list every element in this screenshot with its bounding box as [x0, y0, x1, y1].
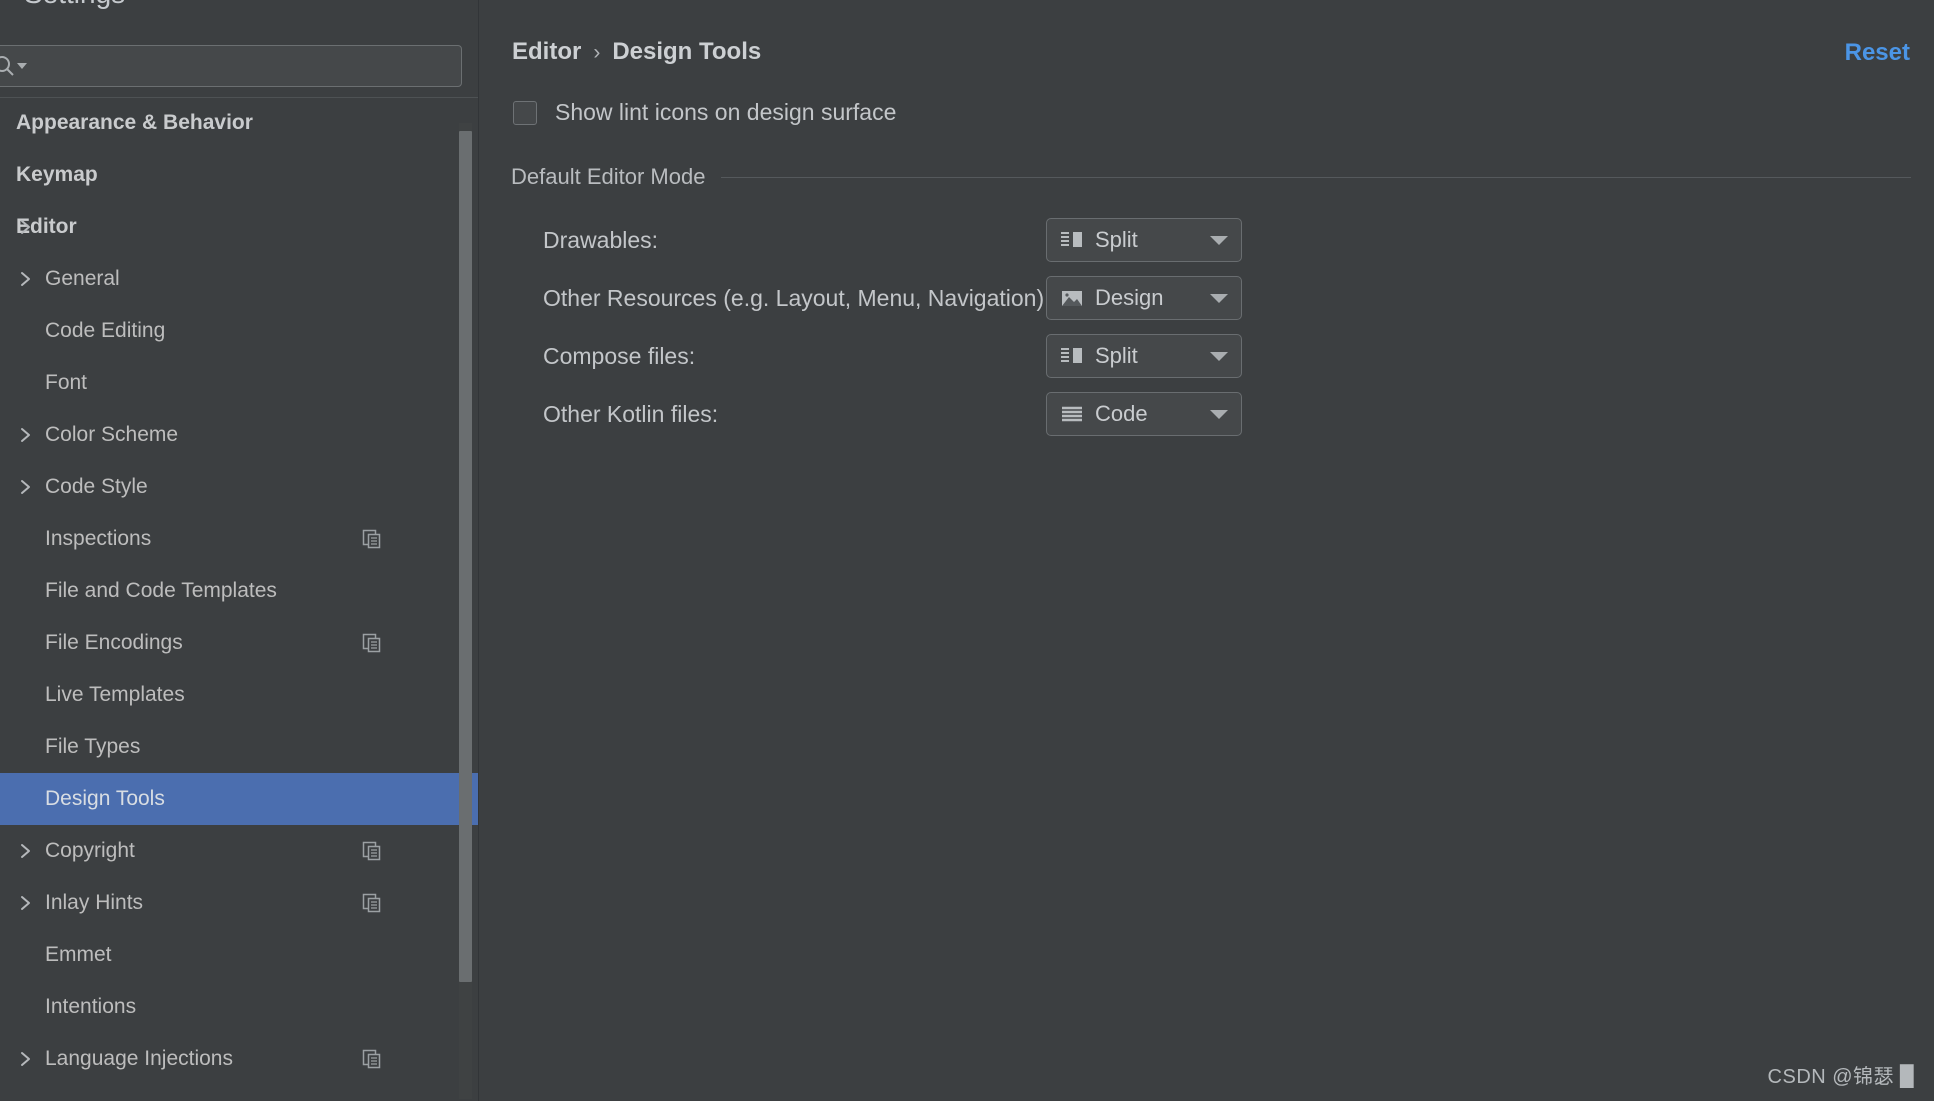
default-editor-mode-section: Default Editor Mode Drawables: Split Other…	[511, 163, 1911, 436]
reset-button[interactable]: Reset	[1845, 39, 1910, 67]
sidebar-item-emmet[interactable]: Emmet	[0, 929, 478, 981]
breadcrumb: Editor › Design Tools	[512, 38, 761, 66]
sidebar-item-label: Code Editing	[45, 319, 166, 342]
editor-mode-label: Other Kotlin files:	[543, 400, 719, 427]
sidebar-item-label: Copyright	[45, 839, 135, 862]
copy-configurable-icon[interactable]	[361, 1048, 383, 1070]
sidebar-item-copyright[interactable]: Copyright	[0, 825, 478, 877]
editor-mode-form: Drawables: Split Other Resources (e.g. Lay…	[511, 211, 1911, 443]
sidebar-item-intentions[interactable]: Intentions	[0, 981, 478, 1033]
sidebar-item-label: Color Scheme	[45, 423, 179, 446]
split-view-icon	[1060, 345, 1084, 367]
editor-mode-value: Split	[1095, 227, 1138, 252]
sidebar-item-appearance-behavior[interactable]: Appearance & Behavior	[0, 97, 478, 149]
chevron-down-icon[interactable]	[1210, 293, 1228, 303]
chevron-right-icon[interactable]	[14, 423, 38, 447]
search-container	[0, 45, 462, 87]
editor-mode-value: Code	[1095, 401, 1148, 426]
sidebar-item-keymap[interactable]: Keymap	[0, 149, 478, 201]
sidebar-item-design-tools[interactable]: Design Tools	[0, 773, 478, 825]
settings-sidebar: Appearance & Behavior Keymap Editor General…	[0, 26, 478, 1101]
editor-mode-row: Other Resources (e.g. Layout, Menu, Navi…	[511, 269, 1911, 327]
breadcrumb-current: Design Tools	[612, 38, 762, 65]
settings-window: Settings Appearance & Behavior Keymap Edit…	[0, 0, 1934, 1101]
chevron-right-icon[interactable]	[14, 475, 38, 499]
sidebar-item-file-types[interactable]: File Types	[0, 721, 478, 773]
split-view-icon	[1060, 229, 1084, 251]
sidebar-item-label: Inlay Hints	[45, 891, 144, 914]
sidebar-item-inlay-hints[interactable]: Inlay Hints	[0, 877, 478, 929]
window-title: Settings	[24, 0, 125, 10]
search-icon[interactable]	[0, 55, 30, 77]
editor-mode-dropdown[interactable]: Split	[1046, 334, 1242, 378]
show-lint-icons-checkbox[interactable]	[513, 100, 537, 125]
sidebar-item-label: File Encodings	[45, 631, 183, 654]
copy-configurable-icon[interactable]	[361, 632, 383, 654]
sidebar-item-label: Intentions	[45, 995, 137, 1018]
sidebar-item-label: Inspections	[45, 527, 152, 550]
sidebar-item-general[interactable]: General	[0, 253, 478, 305]
show-lint-icons-label: Show lint icons on design surface	[555, 99, 897, 125]
sidebar-item-font[interactable]: Font	[0, 357, 478, 409]
watermark: CSDN @锦瑟 ▉	[1767, 1066, 1916, 1088]
breadcrumb-separator-icon: ›	[593, 41, 601, 64]
sidebar-item-color-scheme[interactable]: Color Scheme	[0, 409, 478, 461]
editor-mode-value: Design	[1095, 285, 1164, 310]
sidebar-item-label: Live Templates	[45, 683, 185, 706]
copy-configurable-icon[interactable]	[361, 528, 383, 550]
sidebar-item-label: Font	[45, 371, 88, 394]
show-lint-icons-row[interactable]: Show lint icons on design surface	[513, 99, 896, 126]
sidebar-item-label: Language Injections	[45, 1047, 233, 1070]
editor-mode-label: Drawables:	[543, 226, 659, 253]
design-view-icon	[1060, 287, 1084, 309]
chevron-right-icon[interactable]	[14, 839, 38, 863]
editor-mode-value: Split	[1095, 343, 1138, 368]
chevron-down-icon[interactable]	[1210, 351, 1228, 361]
section-header: Default Editor Mode	[511, 163, 1911, 191]
sidebar-item-label: Keymap	[16, 163, 98, 186]
editor-mode-row: Compose files: Split	[511, 327, 1911, 385]
chevron-right-icon[interactable]	[14, 215, 38, 239]
sidebar-item-file-encodings[interactable]: File Encodings	[0, 617, 478, 669]
editor-mode-dropdown[interactable]: Design	[1046, 276, 1242, 320]
copy-configurable-icon[interactable]	[361, 840, 383, 862]
sidebar-item-label: Emmet	[45, 943, 112, 966]
editor-mode-label: Compose files:	[543, 342, 696, 369]
sidebar-item-inspections[interactable]: Inspections	[0, 513, 478, 565]
sidebar-item-label: Code Style	[45, 475, 148, 498]
editor-mode-dropdown[interactable]: Split	[1046, 218, 1242, 262]
chevron-right-icon[interactable]	[14, 1047, 38, 1071]
editor-mode-row: Other Kotlin files: Code	[511, 385, 1911, 443]
search-input[interactable]	[36, 46, 456, 84]
settings-tree[interactable]: Appearance & Behavior Keymap Editor General…	[0, 97, 478, 1101]
chevron-right-icon[interactable]	[14, 267, 38, 291]
sidebar-item-label: General	[45, 267, 120, 290]
sidebar-item-live-templates[interactable]: Live Templates	[0, 669, 478, 721]
sidebar-item-code-style[interactable]: Code Style	[0, 461, 478, 513]
code-view-icon	[1060, 403, 1084, 425]
editor-mode-dropdown[interactable]: Code	[1046, 392, 1242, 436]
editor-mode-row: Drawables: Split	[511, 211, 1911, 269]
sidebar-item-editor[interactable]: Editor	[0, 201, 478, 253]
sidebar-item-label: File Types	[45, 735, 141, 758]
sidebar-item-file-and-code-templates[interactable]: File and Code Templates	[0, 565, 478, 617]
section-title: Default Editor Mode	[511, 164, 706, 189]
settings-main-panel: Editor › Design Tools Reset Show lint ic…	[479, 0, 1934, 1101]
breadcrumb-parent[interactable]: Editor	[512, 38, 581, 66]
sidebar-item-language-injections[interactable]: Language Injections	[0, 1033, 478, 1085]
sidebar-item-code-editing[interactable]: Code Editing	[0, 305, 478, 357]
sidebar-item-label: Appearance & Behavior	[16, 111, 253, 134]
chevron-down-icon[interactable]	[1210, 235, 1228, 245]
sidebar-scrollbar-thumb[interactable]	[459, 131, 472, 982]
editor-mode-label: Other Resources (e.g. Layout, Menu, Navi…	[543, 284, 1051, 311]
copy-configurable-icon[interactable]	[361, 892, 383, 914]
section-divider	[721, 176, 1911, 178]
sidebar-item-label: File and Code Templates	[45, 579, 277, 602]
chevron-down-icon[interactable]	[1210, 409, 1228, 419]
chevron-right-icon[interactable]	[14, 891, 38, 915]
sidebar-item-label: Design Tools	[45, 787, 165, 810]
